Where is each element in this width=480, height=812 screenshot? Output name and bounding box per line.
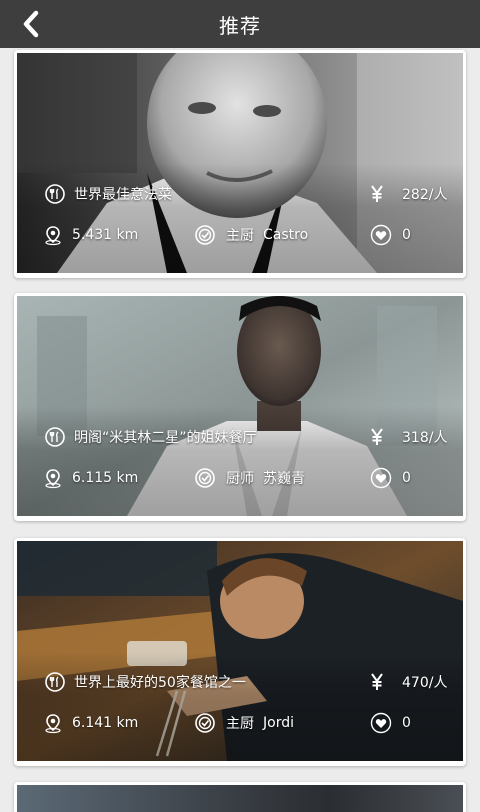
like-count: 0 <box>402 470 411 486</box>
info-row-bottom: 6.115 km 厨师 苏巍青 0 <box>14 466 466 490</box>
distance: 6.115 km <box>72 470 139 486</box>
map-pin-icon <box>42 224 64 246</box>
like-count: 0 <box>402 715 411 731</box>
distance: 5.431 km <box>72 227 139 243</box>
chef-name: Jordi <box>263 715 294 731</box>
restaurant-description: 世界上最好的50家餐馆之一 <box>74 675 246 691</box>
app-header: 推荐 <box>0 0 480 48</box>
info-row-top: 世界最佳意法菜 282/人 <box>14 182 466 206</box>
map-pin-icon <box>42 712 64 734</box>
yen-icon <box>366 671 388 693</box>
heart-icon[interactable] <box>370 467 392 489</box>
photo-overlay <box>17 651 463 761</box>
heart-icon[interactable] <box>370 712 392 734</box>
chef-badge-icon <box>194 224 216 246</box>
chef-title: 主厨 <box>226 716 254 732</box>
page-title: 推荐 <box>219 13 261 38</box>
chef-title: 主厨 <box>226 228 254 244</box>
restaurant-card[interactable]: 明阁“米其林二星”的姐妹餐厅 318/人 6.115 km 厨师 苏巍青 0 <box>14 293 466 521</box>
like-count: 0 <box>402 227 411 243</box>
fork-knife-icon <box>44 426 66 448</box>
yen-icon <box>366 426 388 448</box>
fork-knife-icon <box>44 183 66 205</box>
chef-title: 厨师 <box>226 471 254 487</box>
fork-knife-icon <box>44 671 66 693</box>
heart-icon[interactable] <box>370 224 392 246</box>
restaurant-photo <box>17 785 463 812</box>
info-row-top: 世界上最好的50家餐馆之一 470/人 <box>14 670 466 694</box>
price: 282/人 <box>402 187 448 203</box>
chef-name: 苏巍青 <box>263 471 305 487</box>
distance: 6.141 km <box>72 715 139 731</box>
price: 470/人 <box>402 675 448 691</box>
price: 318/人 <box>402 430 448 446</box>
info-row-bottom: 6.141 km 主厨 Jordi 0 <box>14 711 466 735</box>
info-row-top: 明阁“米其林二星”的姐妹餐厅 318/人 <box>14 425 466 449</box>
photo-overlay <box>17 406 463 516</box>
back-button[interactable] <box>18 10 48 38</box>
info-row-bottom: 5.431 km 主厨 Castro 0 <box>14 223 466 247</box>
restaurant-card[interactable]: 世界最佳意法菜 282/人 5.431 km 主厨 Castro 0 <box>14 50 466 278</box>
chef-badge-icon <box>194 467 216 489</box>
chef-badge-icon <box>194 712 216 734</box>
yen-icon <box>366 183 388 205</box>
map-pin-icon <box>42 467 64 489</box>
photo-overlay <box>17 163 463 273</box>
restaurant-description: 世界最佳意法菜 <box>74 187 172 203</box>
chevron-left-icon <box>23 10 39 38</box>
restaurant-description: 明阁“米其林二星”的姐妹餐厅 <box>74 430 257 446</box>
restaurant-card-partial[interactable] <box>14 782 466 812</box>
chef-name: Castro <box>263 227 309 243</box>
restaurant-card[interactable]: 世界上最好的50家餐馆之一 470/人 6.141 km 主厨 Jordi 0 <box>14 538 466 766</box>
